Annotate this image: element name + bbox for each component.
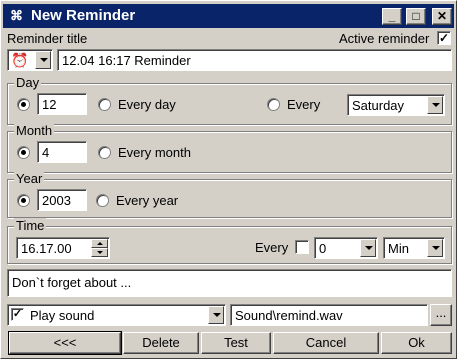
time-unit-select[interactable]: Min: [383, 237, 445, 259]
weekday-value: Saturday: [352, 98, 405, 113]
play-sound-select[interactable]: ✓ Play sound: [7, 304, 226, 326]
reminder-title-label: Reminder title: [7, 31, 88, 46]
every-day-label: Every day: [118, 97, 176, 112]
radio-selected-dot: [21, 150, 26, 155]
month-specific-radio[interactable]: [17, 146, 30, 159]
month-input[interactable]: 4: [37, 141, 87, 163]
ok-button[interactable]: Ok: [381, 332, 452, 354]
every-year-radio[interactable]: [96, 194, 109, 207]
arrow-down-icon: [97, 251, 103, 254]
reminder-title-value: 12.04 16:17 Reminder: [62, 53, 191, 68]
day-input[interactable]: 12: [37, 93, 87, 115]
month-group-label: Month: [14, 123, 55, 138]
check-icon: ✓: [438, 31, 450, 45]
time-input[interactable]: 16.17.00: [16, 237, 110, 259]
year-group: Year 2003 Every year: [7, 171, 452, 218]
time-repeat-checkbox[interactable]: [295, 240, 309, 254]
every-day-radio[interactable]: [98, 98, 111, 111]
time-spinner[interactable]: [91, 239, 108, 257]
month-group: Month 4 Every month: [7, 123, 452, 173]
maximize-button[interactable]: □: [406, 8, 426, 25]
active-reminder-label: Active reminder: [339, 31, 430, 46]
weekday-dropdown-button[interactable]: [427, 96, 443, 114]
sound-file-value: Sound\remind.wav: [235, 308, 343, 323]
chevron-down-icon: [213, 313, 221, 317]
every-month-radio[interactable]: [98, 146, 111, 159]
time-interval-select[interactable]: 0: [314, 237, 378, 259]
day-value: 12: [42, 97, 57, 112]
test-button[interactable]: Test: [201, 332, 271, 354]
time-value: 16.17.00: [21, 241, 72, 256]
radio-selected-dot: [21, 198, 26, 203]
unit-dropdown-button[interactable]: [427, 239, 443, 257]
chevron-down-icon: [365, 246, 373, 250]
chevron-down-icon: [432, 246, 440, 250]
message-value: Don`t forget about ...: [12, 275, 132, 290]
time-spin-down-button[interactable]: [91, 248, 108, 257]
minimize-button[interactable]: _: [382, 8, 402, 25]
day-group: Day 12 Every day Every Saturday: [7, 75, 452, 125]
year-input[interactable]: 2003: [37, 189, 87, 211]
app-icon: ⌘: [10, 8, 23, 23]
every-weekday-label: Every: [287, 97, 321, 112]
sound-dropdown-button[interactable]: [208, 306, 224, 324]
play-sound-label: Play sound: [30, 308, 95, 323]
window-title: New Reminder: [31, 7, 136, 24]
interval-dropdown-button[interactable]: [360, 239, 376, 257]
year-specific-radio[interactable]: [17, 194, 30, 207]
time-spin-up-button[interactable]: [91, 239, 108, 248]
chevron-down-icon: [40, 58, 48, 62]
reminder-title-input[interactable]: 12.04 16:17 Reminder: [57, 49, 452, 71]
play-sound-checkbox[interactable]: ✓: [11, 308, 24, 321]
check-icon: ✓: [12, 308, 23, 320]
day-group-label: Day: [14, 75, 42, 90]
radio-selected-dot: [21, 102, 26, 107]
month-value: 4: [42, 145, 50, 160]
delete-button[interactable]: Delete: [123, 332, 199, 354]
year-group-label: Year: [14, 171, 45, 186]
every-weekday-radio[interactable]: [267, 98, 280, 111]
every-month-label: Every month: [118, 145, 191, 160]
day-specific-radio[interactable]: [17, 98, 30, 111]
back-button[interactable]: <<<: [8, 331, 122, 355]
alarm-clock-icon: ⏰: [11, 52, 29, 68]
title-bar[interactable]: ⌘ New Reminder _ □ ✕: [3, 4, 454, 28]
reminder-icon-picker[interactable]: ⏰: [7, 49, 53, 71]
new-reminder-window: ⌘ New Reminder _ □ ✕ Reminder title Acti…: [0, 0, 457, 359]
time-group: Time 16.17.00 Every 0 Min: [7, 218, 452, 264]
icon-dropdown-button[interactable]: [35, 51, 51, 69]
close-button[interactable]: ✕: [432, 8, 452, 25]
active-reminder-checkbox[interactable]: ✓: [437, 31, 451, 45]
message-input[interactable]: Don`t forget about ...: [7, 269, 452, 297]
time-group-label: Time: [14, 218, 47, 233]
weekday-select[interactable]: Saturday: [347, 94, 445, 116]
time-unit-value: Min: [388, 241, 409, 256]
time-interval-value: 0: [319, 241, 327, 256]
cancel-button[interactable]: Cancel: [273, 332, 379, 354]
year-value: 2003: [42, 193, 71, 208]
arrow-up-icon: [97, 242, 103, 245]
time-every-label: Every: [255, 240, 289, 255]
browse-sound-button[interactable]: ...: [430, 304, 452, 326]
sound-file-input[interactable]: Sound\remind.wav: [230, 304, 428, 326]
chevron-down-icon: [432, 103, 440, 107]
every-year-label: Every year: [116, 193, 179, 208]
